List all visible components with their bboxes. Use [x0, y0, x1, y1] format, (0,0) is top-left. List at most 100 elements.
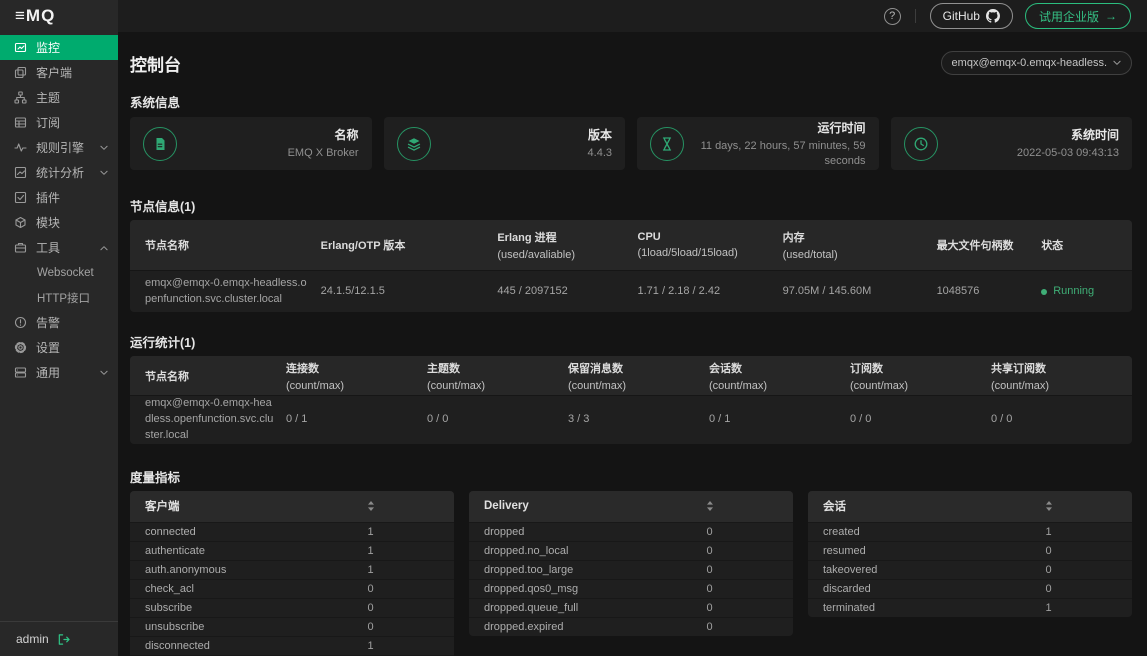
- metric-name: connected: [145, 526, 367, 538]
- sort-icon[interactable]: [1045, 501, 1053, 511]
- main-content: 控制台 emqx@emqx-0.emqx-headless. 系统信息 名称 E…: [118, 32, 1147, 656]
- card-label: 运行时间: [684, 119, 866, 136]
- trial-enterprise-button[interactable]: 试用企业版 →: [1025, 3, 1131, 29]
- sidebar: 监控 客户端 主题 订阅 规则引擎 统计分析 插件: [0, 32, 118, 656]
- gear-icon: [14, 341, 27, 354]
- metric-row: resumed 0: [808, 541, 1132, 560]
- topics-icon: [14, 91, 27, 104]
- sidebar-item-settings[interactable]: 设置: [0, 335, 118, 360]
- system-card-uptime: 运行时间 11 days, 22 hours, 57 minutes, 59 s…: [637, 117, 879, 170]
- sort-icon[interactable]: [706, 501, 714, 511]
- metric-row: dropped 0: [469, 522, 793, 541]
- metric-value: 0: [367, 602, 454, 614]
- sidebar-item-label: 设置: [36, 339, 60, 356]
- rule-engine-icon: [14, 141, 27, 154]
- sidebar-item-modules[interactable]: 模块: [0, 210, 118, 235]
- chevron-up-icon: [100, 245, 108, 251]
- layers-icon: [405, 135, 423, 153]
- stat-value: 0 / 1: [709, 396, 850, 444]
- server-stack-icon: [14, 366, 27, 379]
- sidebar-item-subscriptions[interactable]: 订阅: [0, 110, 118, 135]
- system-card-version: 版本 4.4.3: [384, 117, 626, 170]
- metric-row: dropped.too_large 0: [469, 560, 793, 579]
- metrics-table-header: 会话: [808, 491, 1132, 522]
- document-icon: [151, 135, 169, 153]
- stat-value: 0 / 0: [850, 396, 991, 444]
- metric-row: dropped.queue_full 0: [469, 598, 793, 617]
- metric-name: unsubscribe: [145, 621, 367, 633]
- sidebar-item-label: 工具: [36, 239, 60, 256]
- sidebar-item-analytics[interactable]: 统计分析: [0, 160, 118, 185]
- metric-value: 1: [367, 564, 454, 576]
- metric-value: 1: [367, 545, 454, 557]
- sidebar-item-http-api[interactable]: HTTP接口: [0, 285, 118, 310]
- topbar-divider: [915, 9, 916, 23]
- github-button[interactable]: GitHub: [930, 3, 1013, 29]
- metric-row: authenticate 1: [130, 541, 454, 560]
- sidebar-item-clients[interactable]: 客户端: [0, 60, 118, 85]
- metric-value: 0: [706, 602, 793, 614]
- stat-value: 0 / 0: [427, 396, 568, 444]
- metric-value: 1: [1045, 526, 1132, 538]
- sidebar-item-tools[interactable]: 工具: [0, 235, 118, 260]
- card-value: EMQ X Broker: [177, 146, 359, 160]
- metric-value: 0: [706, 545, 793, 557]
- metric-row: subscribe 0: [130, 598, 454, 617]
- metric-name: authenticate: [145, 545, 367, 557]
- node-info-table: 节点名称 Erlang/OTP 版本 Erlang 进程(used/avalia…: [130, 220, 1132, 312]
- plugins-icon: [14, 191, 27, 204]
- metric-name: discarded: [823, 583, 1045, 595]
- metric-name: dropped.no_local: [484, 545, 706, 557]
- dashboard-icon: [14, 41, 27, 54]
- sidebar-item-label: 监控: [36, 39, 60, 56]
- logout-icon[interactable]: [57, 633, 70, 646]
- card-value: 2022-05-03 09:43:13: [938, 146, 1120, 160]
- card-value: 4.4.3: [431, 146, 613, 160]
- stat-value: 3 / 3: [568, 396, 709, 444]
- sidebar-item-alarms[interactable]: 告警: [0, 310, 118, 335]
- metric-name: auth.anonymous: [145, 564, 367, 576]
- sort-icon[interactable]: [367, 501, 375, 511]
- metrics-table-clients: 客户端 connected 1 authenticate 1: [130, 491, 454, 656]
- metric-name: terminated: [823, 602, 1045, 614]
- system-info-cards: 名称 EMQ X Broker 版本 4.4.3 运行时间 11 days, 2…: [130, 117, 1132, 170]
- metric-value: 0: [706, 583, 793, 595]
- metric-value: 1: [1045, 602, 1132, 614]
- node-name: emqx@emqx-0.emqx-headless.openfunction.s…: [145, 396, 286, 444]
- metric-value: 0: [706, 621, 793, 633]
- metric-name: created: [823, 526, 1045, 538]
- sidebar-item-rule-engine[interactable]: 规则引擎: [0, 135, 118, 160]
- clients-icon: [14, 66, 27, 79]
- section-heading-system-info: 系统信息: [130, 92, 1132, 111]
- sidebar-item-plugins[interactable]: 插件: [0, 185, 118, 210]
- metric-name: resumed: [823, 545, 1045, 557]
- metrics-table-sessions: 会话 created 1 resumed 0 takeo: [808, 491, 1132, 617]
- sidebar-item-topics[interactable]: 主题: [0, 85, 118, 110]
- section-heading-run-stats: 运行统计(1): [130, 332, 1132, 351]
- cpu-load: 1.71 / 2.18 / 2.42: [638, 271, 783, 312]
- table-row: emqx@emqx-0.emqx-headless.openfunction.s…: [130, 270, 1132, 312]
- sidebar-item-label: Websocket: [37, 267, 94, 279]
- memory-usage: 97.05M / 145.60M: [783, 271, 937, 312]
- node-selector-dropdown[interactable]: emqx@emqx-0.emqx-headless.: [941, 51, 1132, 75]
- metric-row: auth.anonymous 1: [130, 560, 454, 579]
- sidebar-item-label: HTTP接口: [37, 290, 90, 306]
- node-status-badge: Running: [1041, 271, 1132, 312]
- page-title: 控制台: [130, 51, 181, 76]
- chevron-down-icon: [1113, 60, 1121, 66]
- metric-row: check_acl 0: [130, 579, 454, 598]
- sidebar-item-general[interactable]: 通用: [0, 360, 118, 385]
- metric-row: dropped.qos0_msg 0: [469, 579, 793, 598]
- metric-name: takeovered: [823, 564, 1045, 576]
- help-button[interactable]: ?: [884, 8, 901, 25]
- sidebar-item-label: 模块: [36, 214, 60, 231]
- metric-name: dropped.too_large: [484, 564, 706, 576]
- sidebar-item-label: 规则引擎: [36, 139, 84, 156]
- metric-row: created 1: [808, 522, 1132, 541]
- sidebar-item-websocket[interactable]: Websocket: [0, 260, 118, 285]
- alarm-icon: [14, 316, 27, 329]
- question-mark-icon: ?: [889, 10, 895, 22]
- metric-name: subscribe: [145, 602, 367, 614]
- sidebar-item-label: 客户端: [36, 64, 72, 81]
- sidebar-item-monitoring[interactable]: 监控: [0, 35, 118, 60]
